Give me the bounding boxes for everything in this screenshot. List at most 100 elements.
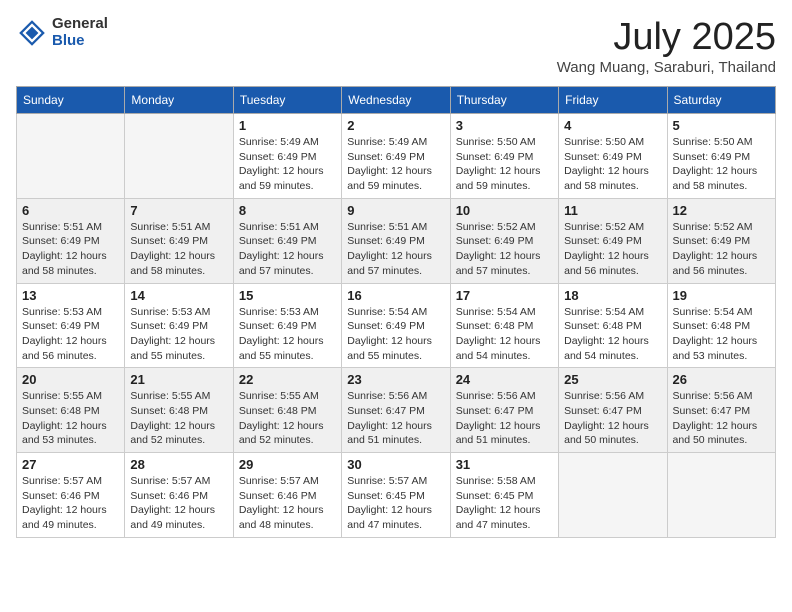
day-info: Sunrise: 5:52 AMSunset: 6:49 PMDaylight:… <box>456 220 553 279</box>
day-number: 10 <box>456 203 553 218</box>
day-cell: 16 Sunrise: 5:54 AMSunset: 6:49 PMDayligh… <box>342 283 450 368</box>
week-row-2: 6Sunrise: 5:51 AMSunset: 6:49 PMDaylight… <box>17 198 776 283</box>
day-info: Sunrise: 5:49 AMSunset: 6:49 PMDaylight:… <box>347 135 444 194</box>
day-info: Sunrise: 5:54 AMSunset: 6:48 PMDaylight:… <box>456 305 553 364</box>
day-info: Sunrise: 5:52 AMSunset: 6:49 PMDaylight:… <box>564 220 661 279</box>
day-info: Sunrise: 5:53 AMSunset: 6:49 PMDaylight:… <box>130 305 227 364</box>
day-cell <box>559 453 667 538</box>
day-number: 28 <box>130 457 227 472</box>
day-info: Sunrise: 5:50 AMSunset: 6:49 PMDaylight:… <box>673 135 770 194</box>
day-number: 19 <box>673 288 770 303</box>
day-cell: 18 Sunrise: 5:54 AMSunset: 6:48 PMDayligh… <box>559 283 667 368</box>
day-info: Sunrise: 5:57 AMSunset: 6:46 PMDaylight:… <box>22 474 119 533</box>
day-number: 11 <box>564 203 661 218</box>
day-cell: 3 Sunrise: 5:50 AMSunset: 6:49 PMDaylight… <box>450 114 558 199</box>
day-number: 23 <box>347 372 444 387</box>
weekday-header-tuesday: Tuesday <box>233 87 341 114</box>
week-row-3: 13Sunrise: 5:53 AMSunset: 6:49 PMDayligh… <box>17 283 776 368</box>
day-number: 17 <box>456 288 553 303</box>
location-title: Wang Muang, Saraburi, Thailand <box>557 59 776 76</box>
day-info: Sunrise: 5:50 AMSunset: 6:49 PMDaylight:… <box>456 135 553 194</box>
day-info: Sunrise: 5:56 AMSunset: 6:47 PMDaylight:… <box>456 389 553 448</box>
day-number: 24 <box>456 372 553 387</box>
day-info: Sunrise: 5:51 AMSunset: 6:49 PMDaylight:… <box>239 220 336 279</box>
logo-icon <box>16 17 48 49</box>
day-info: Sunrise: 5:55 AMSunset: 6:48 PMDaylight:… <box>130 389 227 448</box>
day-number: 29 <box>239 457 336 472</box>
day-number: 18 <box>564 288 661 303</box>
day-number: 15 <box>239 288 336 303</box>
day-info: Sunrise: 5:53 AMSunset: 6:49 PMDaylight:… <box>239 305 336 364</box>
day-number: 30 <box>347 457 444 472</box>
day-cell <box>17 114 125 199</box>
day-number: 2 <box>347 118 444 133</box>
day-info: Sunrise: 5:57 AMSunset: 6:45 PMDaylight:… <box>347 474 444 533</box>
day-number: 20 <box>22 372 119 387</box>
day-info: Sunrise: 5:52 AMSunset: 6:49 PMDaylight:… <box>673 220 770 279</box>
day-cell: 30 Sunrise: 5:57 AMSunset: 6:45 PMDayligh… <box>342 453 450 538</box>
day-cell: 28 Sunrise: 5:57 AMSunset: 6:46 PMDayligh… <box>125 453 233 538</box>
day-info: Sunrise: 5:56 AMSunset: 6:47 PMDaylight:… <box>564 389 661 448</box>
day-cell: 25 Sunrise: 5:56 AMSunset: 6:47 PMDayligh… <box>559 368 667 453</box>
day-cell: 4 Sunrise: 5:50 AMSunset: 6:49 PMDaylight… <box>559 114 667 199</box>
day-number: 5 <box>673 118 770 133</box>
day-cell: 21 Sunrise: 5:55 AMSunset: 6:48 PMDayligh… <box>125 368 233 453</box>
day-cell: 27Sunrise: 5:57 AMSunset: 6:46 PMDayligh… <box>17 453 125 538</box>
day-info: Sunrise: 5:56 AMSunset: 6:47 PMDaylight:… <box>347 389 444 448</box>
calendar-table: SundayMondayTuesdayWednesdayThursdayFrid… <box>16 86 776 538</box>
day-cell: 15 Sunrise: 5:53 AMSunset: 6:49 PMDayligh… <box>233 283 341 368</box>
day-cell: 26Sunrise: 5:56 AMSunset: 6:47 PMDayligh… <box>667 368 775 453</box>
day-cell: 9Sunrise: 5:51 AMSunset: 6:49 PMDaylight… <box>342 198 450 283</box>
day-info: Sunrise: 5:55 AMSunset: 6:48 PMDaylight:… <box>22 389 119 448</box>
week-row-4: 20 Sunrise: 5:55 AMSunset: 6:48 PMDayligh… <box>17 368 776 453</box>
day-number: 21 <box>130 372 227 387</box>
day-info: Sunrise: 5:50 AMSunset: 6:49 PMDaylight:… <box>564 135 661 194</box>
day-number: 16 <box>347 288 444 303</box>
day-cell: 5 Sunrise: 5:50 AMSunset: 6:49 PMDaylight… <box>667 114 775 199</box>
day-info: Sunrise: 5:51 AMSunset: 6:49 PMDaylight:… <box>347 220 444 279</box>
weekday-header-saturday: Saturday <box>667 87 775 114</box>
day-number: 22 <box>239 372 336 387</box>
day-info: Sunrise: 5:54 AMSunset: 6:48 PMDaylight:… <box>564 305 661 364</box>
logo-text: General Blue <box>52 16 108 49</box>
day-info: Sunrise: 5:54 AMSunset: 6:48 PMDaylight:… <box>673 305 770 364</box>
day-cell: 22 Sunrise: 5:55 AMSunset: 6:48 PMDayligh… <box>233 368 341 453</box>
day-cell: 31Sunrise: 5:58 AMSunset: 6:45 PMDayligh… <box>450 453 558 538</box>
day-cell: 20 Sunrise: 5:55 AMSunset: 6:48 PMDayligh… <box>17 368 125 453</box>
weekday-header-friday: Friday <box>559 87 667 114</box>
day-info: Sunrise: 5:49 AMSunset: 6:49 PMDaylight:… <box>239 135 336 194</box>
day-number: 3 <box>456 118 553 133</box>
day-cell: 17 Sunrise: 5:54 AMSunset: 6:48 PMDayligh… <box>450 283 558 368</box>
weekday-header-thursday: Thursday <box>450 87 558 114</box>
day-cell: 11 Sunrise: 5:52 AMSunset: 6:49 PMDayligh… <box>559 198 667 283</box>
day-cell: 14Sunrise: 5:53 AMSunset: 6:49 PMDayligh… <box>125 283 233 368</box>
day-cell: 2 Sunrise: 5:49 AMSunset: 6:49 PMDaylight… <box>342 114 450 199</box>
day-cell: 29 Sunrise: 5:57 AMSunset: 6:46 PMDayligh… <box>233 453 341 538</box>
logo: General Blue <box>16 16 108 49</box>
day-number: 25 <box>564 372 661 387</box>
day-info: Sunrise: 5:55 AMSunset: 6:48 PMDaylight:… <box>239 389 336 448</box>
month-title: July 2025 <box>557 16 776 59</box>
day-number: 1 <box>239 118 336 133</box>
title-area: July 2025 Wang Muang, Saraburi, Thailand <box>557 16 776 76</box>
day-cell: 8 Sunrise: 5:51 AMSunset: 6:49 PMDaylight… <box>233 198 341 283</box>
day-info: Sunrise: 5:51 AMSunset: 6:49 PMDaylight:… <box>22 220 119 279</box>
day-number: 4 <box>564 118 661 133</box>
day-info: Sunrise: 5:57 AMSunset: 6:46 PMDaylight:… <box>239 474 336 533</box>
day-cell <box>667 453 775 538</box>
day-cell: 6Sunrise: 5:51 AMSunset: 6:49 PMDaylight… <box>17 198 125 283</box>
day-cell: 10 Sunrise: 5:52 AMSunset: 6:49 PMDayligh… <box>450 198 558 283</box>
day-info: Sunrise: 5:57 AMSunset: 6:46 PMDaylight:… <box>130 474 227 533</box>
day-cell: 19 Sunrise: 5:54 AMSunset: 6:48 PMDayligh… <box>667 283 775 368</box>
day-cell <box>125 114 233 199</box>
weekday-header-row: SundayMondayTuesdayWednesdayThursdayFrid… <box>17 87 776 114</box>
day-info: Sunrise: 5:56 AMSunset: 6:47 PMDaylight:… <box>673 389 770 448</box>
day-number: 7 <box>130 203 227 218</box>
day-info: Sunrise: 5:54 AMSunset: 6:49 PMDaylight:… <box>347 305 444 364</box>
day-info: Sunrise: 5:53 AMSunset: 6:49 PMDaylight:… <box>22 305 119 364</box>
day-info: Sunrise: 5:51 AMSunset: 6:49 PMDaylight:… <box>130 220 227 279</box>
week-row-1: 1 Sunrise: 5:49 AMSunset: 6:49 PMDaylight… <box>17 114 776 199</box>
day-number: 8 <box>239 203 336 218</box>
weekday-header-monday: Monday <box>125 87 233 114</box>
day-cell: 7 Sunrise: 5:51 AMSunset: 6:49 PMDaylight… <box>125 198 233 283</box>
